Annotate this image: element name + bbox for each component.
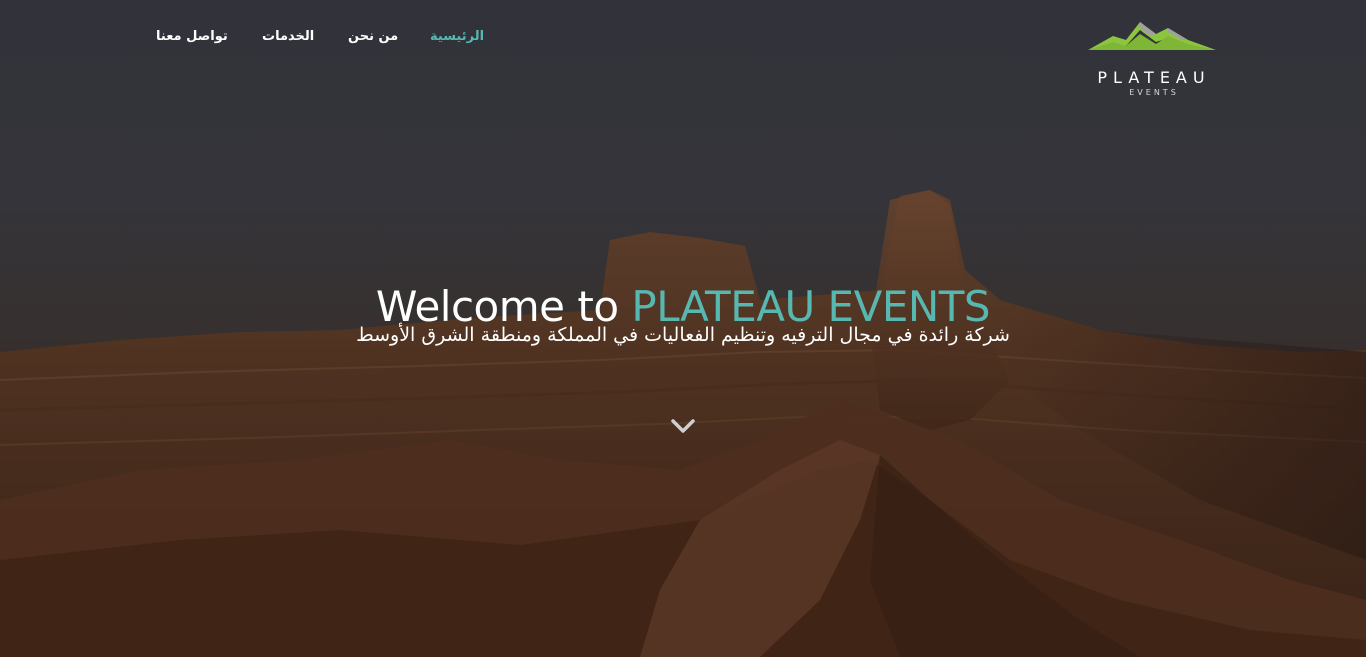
- mountain-icon: [1088, 22, 1216, 50]
- hero-section: تواصل معنا الخدمات من نحن الرئيسية PLATE…: [0, 0, 1366, 657]
- hero-subtitle: شركة رائدة في مجال الترفيه وتنظيم الفعال…: [356, 324, 1010, 346]
- scroll-down-button[interactable]: [669, 412, 697, 440]
- chevron-down-icon: [671, 419, 695, 433]
- nav-item-contact[interactable]: تواصل معنا: [150, 23, 234, 50]
- logo-subtitle: EVENTS: [1129, 88, 1179, 97]
- logo-name: PLATEAU: [1097, 68, 1211, 87]
- site-logo[interactable]: PLATEAU EVENTS: [1078, 16, 1228, 97]
- nav-item-about[interactable]: من نحن: [342, 23, 404, 50]
- nav-item-services[interactable]: الخدمات: [256, 23, 320, 50]
- nav-item-home[interactable]: الرئيسية: [424, 23, 490, 50]
